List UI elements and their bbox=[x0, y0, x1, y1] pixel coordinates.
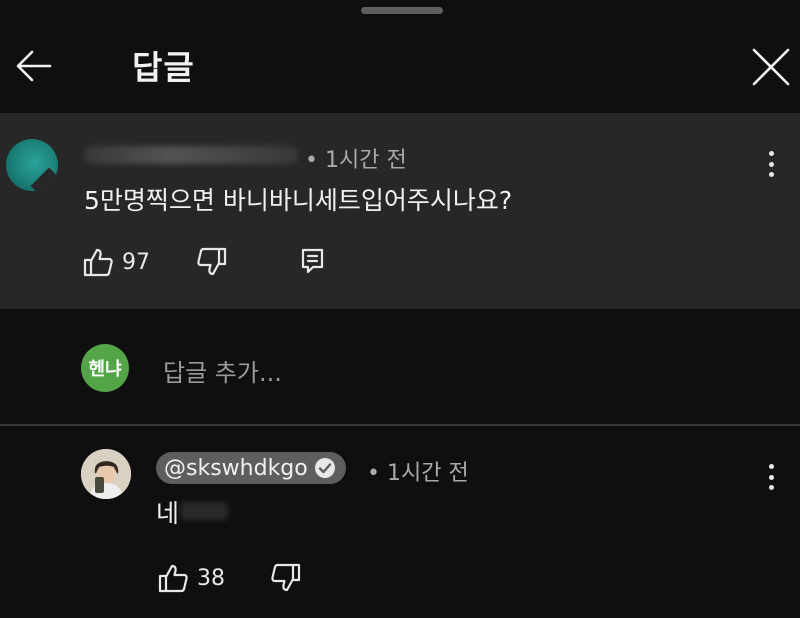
replies-panel: 답글 • 1시간 전 5만명찍으면 바니바니세트입어주시나요? 97 헨냐 답글… bbox=[0, 0, 800, 618]
like-button[interactable]: 97 bbox=[82, 247, 150, 277]
reply-comment: @skswhdkgo • 1시간 전 네 38 bbox=[0, 426, 800, 618]
comment-text: 네 bbox=[156, 499, 180, 528]
reply-button[interactable] bbox=[300, 247, 326, 275]
channel-handle: @skswhdkgo bbox=[164, 455, 308, 481]
drag-handle[interactable] bbox=[361, 7, 443, 14]
channel-handle-badge[interactable]: @skswhdkgo bbox=[156, 452, 346, 484]
like-count: 38 bbox=[197, 565, 225, 591]
page-title: 답글 bbox=[132, 48, 195, 87]
more-options-button[interactable] bbox=[761, 151, 781, 177]
kebab-vertical-icon bbox=[768, 464, 774, 469]
add-reply-row: 헨냐 답글 추가... bbox=[0, 309, 800, 424]
like-button[interactable]: 38 bbox=[157, 563, 225, 593]
comment-timestamp: • 1시간 전 bbox=[305, 148, 407, 173]
thumbs-up-icon bbox=[83, 248, 113, 277]
redacted-text bbox=[180, 502, 228, 520]
panel-header: 답글 bbox=[0, 28, 800, 104]
close-button[interactable] bbox=[748, 44, 794, 90]
comment-text: 5만명찍으면 바니바니세트입어주시나요? bbox=[84, 186, 513, 215]
person-photo-icon bbox=[81, 449, 131, 499]
thumbs-down-icon bbox=[271, 563, 301, 592]
add-reply-input[interactable]: 답글 추가... bbox=[163, 353, 282, 388]
thumbs-down-icon bbox=[197, 247, 227, 276]
close-icon bbox=[752, 48, 790, 86]
reply-comment-icon bbox=[301, 248, 324, 274]
back-button[interactable] bbox=[12, 44, 56, 88]
verified-check-icon bbox=[314, 458, 335, 478]
comment-timestamp: • 1시간 전 bbox=[367, 461, 469, 486]
avatar[interactable]: 헨냐 bbox=[81, 344, 129, 392]
kebab-vertical-icon bbox=[768, 151, 774, 156]
avatar[interactable] bbox=[81, 449, 131, 499]
thumbs-up-icon bbox=[158, 564, 188, 593]
parent-comment: • 1시간 전 5만명찍으면 바니바니세트입어주시나요? 97 bbox=[0, 113, 800, 309]
like-count: 97 bbox=[122, 249, 150, 275]
avatar[interactable] bbox=[6, 139, 58, 191]
dislike-button[interactable] bbox=[270, 563, 302, 593]
author-name-redacted[interactable] bbox=[84, 146, 298, 164]
dislike-button[interactable] bbox=[196, 247, 228, 277]
more-options-button[interactable] bbox=[761, 464, 781, 490]
arrow-left-icon bbox=[16, 50, 52, 82]
